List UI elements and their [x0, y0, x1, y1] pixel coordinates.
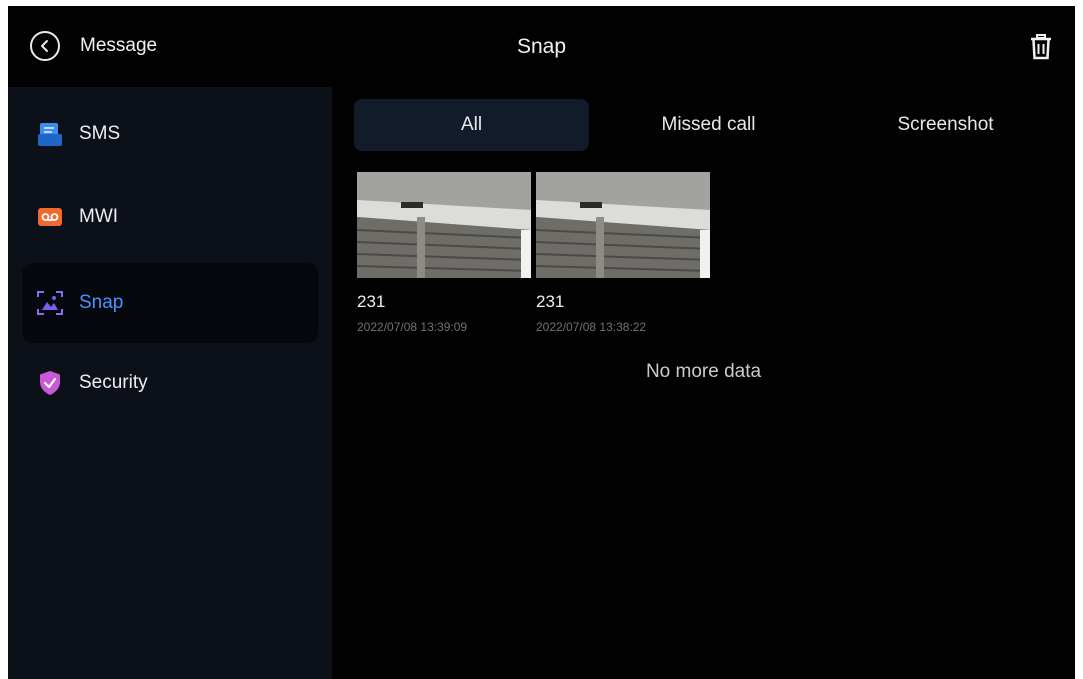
sidebar-item-label: Security: [79, 372, 148, 393]
top-bar: Message Snap: [8, 6, 1075, 87]
voicemail-icon: [38, 208, 62, 226]
sidebar-item-security[interactable]: Security: [22, 343, 318, 423]
sidebar-item-label: Snap: [79, 292, 124, 313]
snap-name: 231: [357, 292, 386, 311]
sidebar-item-label: SMS: [79, 123, 121, 144]
sidebar-item-snap[interactable]: Snap: [22, 263, 318, 343]
page-title: Snap: [516, 35, 567, 58]
no-more-data-label: No more data: [645, 361, 762, 382]
tab-screenshot[interactable]: Screenshot: [828, 99, 1063, 151]
main-content: All Missed call Screenshot 231 2022/07/0…: [332, 87, 1075, 679]
chevron-left-icon: [41, 40, 48, 52]
snap-name: 231: [536, 292, 565, 311]
delete-button[interactable]: [1027, 31, 1055, 63]
snap-card[interactable]: 231 2022/07/08 13:38:22: [536, 172, 712, 334]
shield-check-icon: [40, 371, 60, 395]
snap-thumbnail: [536, 172, 710, 278]
sms-icon: [38, 123, 62, 146]
snap-card[interactable]: 231 2022/07/08 13:39:09: [357, 172, 533, 334]
sidebar-item-mwi[interactable]: MWI: [22, 177, 318, 257]
back-label[interactable]: Message: [80, 35, 157, 57]
filter-tabs: All Missed call Screenshot: [354, 99, 1064, 151]
app-screen: Message Snap SMS MWI Snap Security All M…: [8, 6, 1075, 679]
snap-thumbnail: [357, 172, 531, 278]
image-capture-icon: [37, 291, 63, 315]
sidebar-item-sms[interactable]: SMS: [22, 94, 318, 174]
trash-icon: [1031, 34, 1051, 60]
tab-missed-call[interactable]: Missed call: [591, 99, 826, 151]
sidebar: SMS MWI Snap Security: [8, 87, 332, 679]
sidebar-item-label: MWI: [79, 206, 119, 227]
snap-timestamp: 2022/07/08 13:39:09: [357, 320, 468, 334]
tab-all[interactable]: All: [354, 99, 589, 151]
snap-timestamp: 2022/07/08 13:38:22: [536, 320, 647, 334]
back-button[interactable]: [30, 31, 60, 61]
